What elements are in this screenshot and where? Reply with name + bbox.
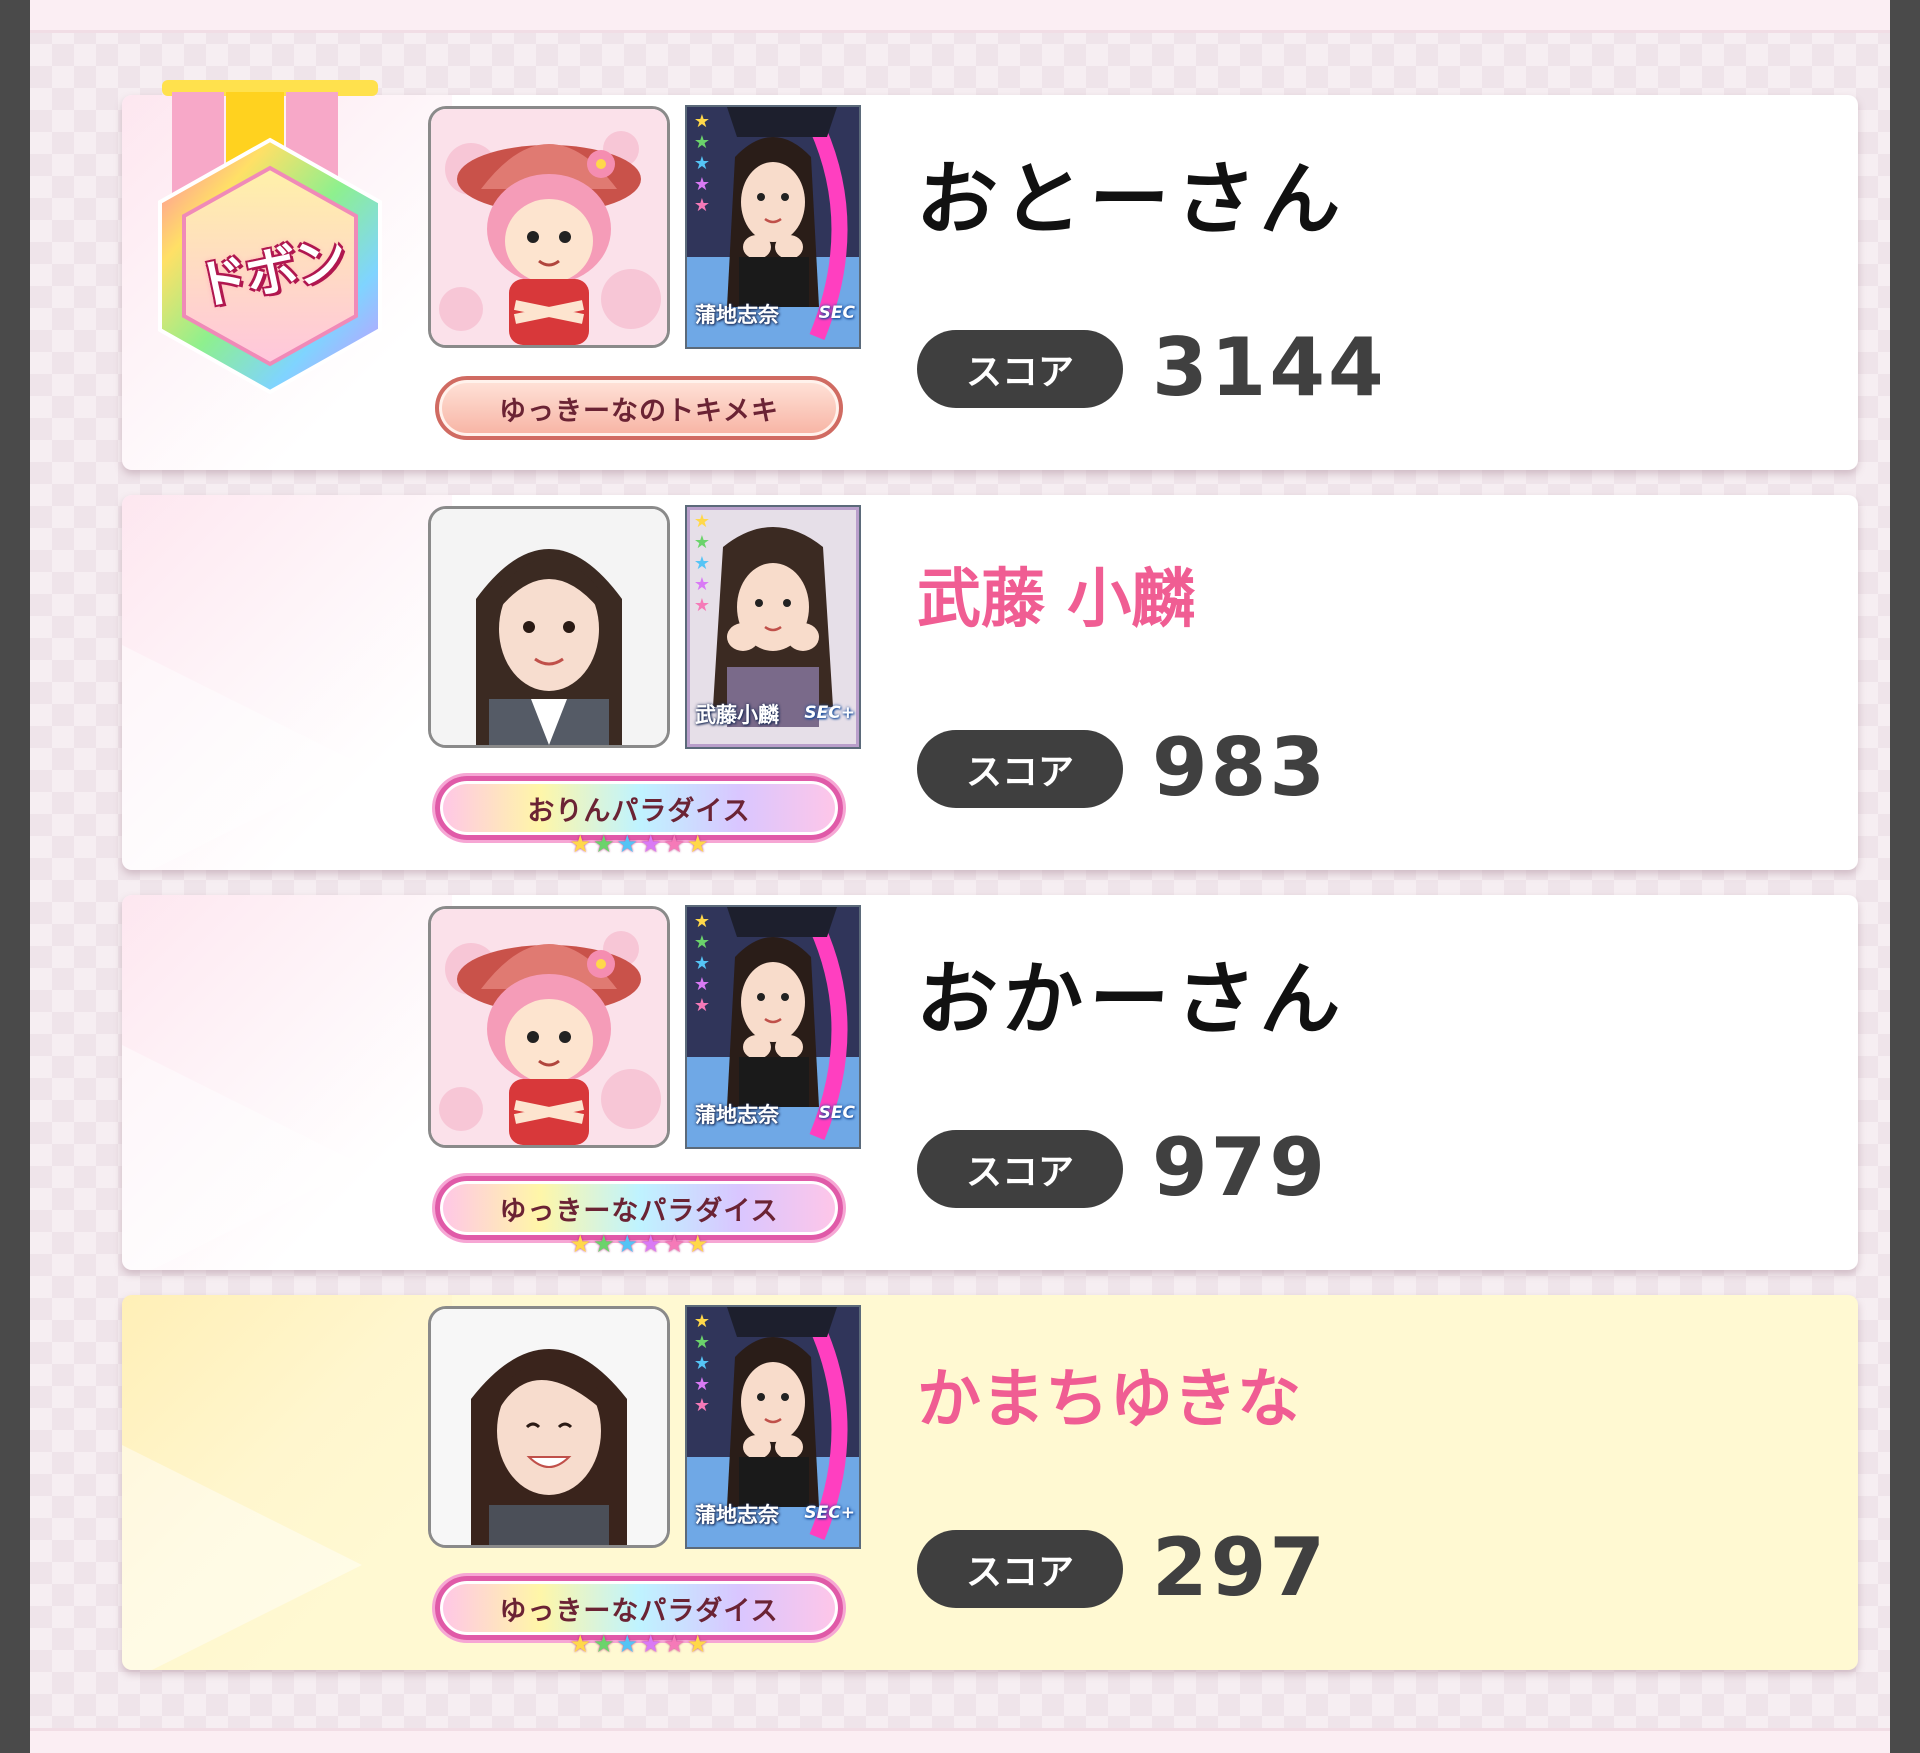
panel-top-edge (30, 0, 1890, 33)
mascot-avatar (428, 106, 670, 348)
score-label: スコア (917, 1130, 1123, 1208)
score-label: スコア (917, 1530, 1123, 1608)
card-stars: ★ ★ ★ ★ ★ (693, 911, 711, 1016)
rarity-badge: SEC+ (804, 703, 855, 723)
player-name: 武藤 小麟 (917, 563, 1196, 637)
member-photo-avatar (428, 506, 670, 748)
rarity-badge: SEC+ (804, 1503, 855, 1523)
card-stars: ★ ★ ★ ★ ★ (693, 511, 711, 616)
rarity-badge: SEC (818, 1103, 855, 1123)
title-stars: ★ ★ ★ ★ ★ ★ (569, 1630, 709, 1658)
dobon-medal-icon: ドボン (140, 80, 400, 425)
score-label: スコア (917, 330, 1123, 408)
score-label: スコア (917, 730, 1123, 808)
member-card[interactable]: ★ ★ ★ ★ ★ 蒲地志奈 SEC+ (685, 1305, 861, 1549)
card-member-name: 蒲地志奈 (695, 1502, 779, 1527)
player-name: おとーさん (913, 153, 1351, 246)
card-member-name: 蒲地志奈 (695, 1102, 779, 1127)
score-value: 983 (1152, 721, 1328, 814)
card-member-name: 武藤小麟 (695, 702, 779, 727)
member-card[interactable]: ★ ★ ★ ★ ★ 蒲地志奈 SEC (685, 105, 861, 349)
ranking-row-self[interactable]: ★ ★ ★ ★ ★ 蒲地志奈 SEC+ ゆっきーなパラダイス ★ ★ ★ ★ ★ ★ かまちゆきな… (122, 1295, 1858, 1670)
score-value: 979 (1152, 1121, 1328, 1214)
ranking-row[interactable]: ★ ★ ★ ★ ★ 蒲地志奈 SEC ゆっきーなパラダイス ★ ★ ★ ★ ★ ★ おかーさん ス… (122, 895, 1858, 1270)
panel-bottom-edge (30, 1728, 1890, 1753)
member-photo-avatar (428, 1306, 670, 1548)
title-stars: ★ ★ ★ ★ ★ ★ (569, 1230, 709, 1258)
score-value: 3144 (1152, 321, 1387, 414)
player-name: おかーさん (913, 953, 1351, 1046)
member-card[interactable]: ★ ★ ★ ★ ★ 武藤小麟 SEC+ (685, 505, 861, 749)
member-card[interactable]: ★ ★ ★ ★ ★ 蒲地志奈 SEC (685, 905, 861, 1149)
score-value: 297 (1152, 1521, 1328, 1614)
card-stars: ★ ★ ★ ★ ★ (693, 111, 711, 216)
title-stars: ★ ★ ★ ★ ★ ★ (569, 830, 709, 858)
player-name: かまちゆきな (917, 1363, 1301, 1437)
result-panel: ★ ★ ★ ★ ★ 蒲地志奈 SEC ゆっきーなのトキメキ おとーさん スコア 3144 (30, 0, 1890, 1753)
player-title-badge: ゆっきーなのトキメキ (435, 376, 843, 440)
card-stars: ★ ★ ★ ★ ★ (693, 1311, 711, 1416)
rarity-badge: SEC (818, 303, 855, 323)
ranking-row[interactable]: ★ ★ ★ ★ ★ 武藤小麟 SEC+ おりんパラダイス ★ ★ ★ ★ ★ ★ 武藤 小麟 スコ… (122, 495, 1858, 870)
card-member-name: 蒲地志奈 (695, 302, 779, 327)
mascot-avatar (428, 906, 670, 1148)
